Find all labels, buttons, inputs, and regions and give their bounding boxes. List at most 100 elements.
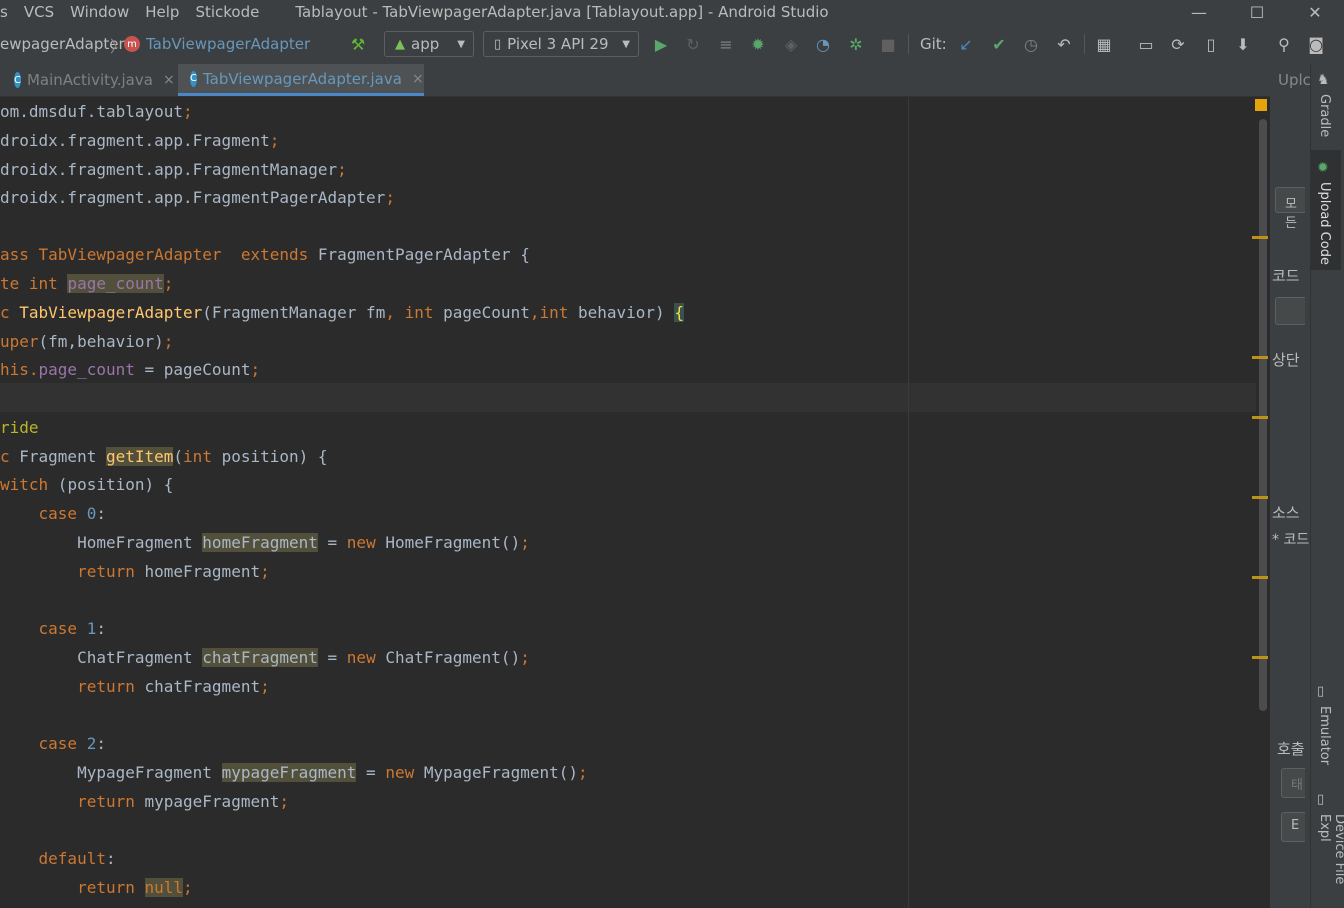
bug-icon: ✹ (1317, 160, 1329, 176)
device-file-explorer-tool-button[interactable]: Device File Expl (1317, 814, 1344, 908)
coverage-icon[interactable]: ◈ (781, 34, 801, 54)
apply-code-icon[interactable]: ≡ (716, 34, 736, 54)
git-history-icon[interactable]: ◷ (1021, 34, 1041, 54)
call-input[interactable]: 태 (1281, 768, 1305, 798)
right-margin-guide (908, 97, 909, 908)
breadcrumb-prev[interactable]: ewpagerAdapter (0, 35, 125, 53)
device-select[interactable]: ▯ Pixel 3 API 29 ▼ (483, 31, 639, 57)
menu-window[interactable]: Window (70, 3, 129, 21)
upload-code-tool-button[interactable]: Upload Code (1317, 182, 1332, 265)
code-line: witch (position) { (0, 475, 174, 494)
sdk-manager-icon[interactable]: ⬇ (1233, 34, 1253, 54)
error-stripe-mark[interactable] (1252, 356, 1268, 359)
avd-manager-icon[interactable]: ▯ (1201, 34, 1221, 54)
main-toolbar: ewpagerAdapter 〉 m TabViewpagerAdapter ⚒… (0, 24, 1344, 65)
class-icon: C (14, 72, 21, 88)
error-stripe-mark[interactable] (1252, 576, 1268, 579)
close-icon[interactable]: × (412, 71, 424, 87)
code-label: 코드 (1272, 267, 1300, 285)
git-rollback-icon[interactable]: ↶ (1054, 34, 1074, 54)
tool-window-stripe: ♞ Gradle ✹ Upload Code ▯ Emulator ▯ Devi… (1310, 64, 1344, 908)
code-line: ass TabViewpagerAdapter extends Fragment… (0, 245, 530, 264)
code-required-label: * 코드 (1272, 532, 1310, 548)
git-update-icon[interactable]: ↙ (956, 34, 976, 54)
android-icon: ▲ (395, 36, 405, 52)
account-icon[interactable]: ◙ (1306, 34, 1326, 54)
code-line: uper(fm,behavior); (0, 332, 174, 351)
class-icon: C (190, 70, 197, 87)
scrollbar-thumb[interactable] (1259, 119, 1267, 711)
code-line: return null; (0, 878, 193, 897)
tab-label: TabViewpagerAdapter.java (202, 69, 402, 88)
code-line: c TabViewpagerAdapter(FragmentManager fm… (0, 303, 684, 322)
code-line: his.page_count = pageCount; (0, 360, 261, 379)
maximize-button[interactable]: ☐ (1228, 0, 1286, 24)
attach-debugger-icon[interactable]: ✲ (846, 34, 866, 54)
code-line: droidx.fragment.app.FragmentPagerAdapter… (0, 188, 395, 207)
search-icon[interactable]: ⚲ (1274, 34, 1294, 54)
code-line: te int page_count; (0, 274, 174, 293)
error-stripe-mark[interactable] (1252, 496, 1268, 499)
close-icon[interactable]: × (163, 72, 175, 88)
device-label: Pixel 3 API 29 (507, 35, 609, 53)
window-title: Tablayout - TabViewpagerAdapter.java [Ta… (295, 3, 829, 21)
phone-icon: ▯ (494, 36, 502, 52)
gradle-tool-button[interactable]: Gradle (1317, 94, 1332, 137)
minimize-button[interactable]: — (1170, 0, 1228, 24)
code-line: return chatFragment; (0, 677, 270, 696)
sync-gradle-icon[interactable]: ⟳ (1168, 34, 1188, 54)
layout-inspector-icon[interactable]: ▭ (1136, 34, 1156, 54)
chevron-down-icon: ▼ (457, 38, 465, 50)
code-line: c Fragment getItem(int position) { (0, 447, 328, 466)
apply-changes-icon[interactable]: ↻ (683, 34, 703, 54)
title-bar: s VCS Window Help Stickode Tablayout - T… (0, 0, 1344, 24)
code-line: default: (0, 849, 116, 868)
code-line: return homeFragment; (0, 562, 270, 581)
code-line: case 1: (0, 619, 106, 638)
run-config-select[interactable]: ▲ app ▼ (384, 31, 474, 57)
error-stripe-mark[interactable] (1252, 416, 1268, 419)
code-editor[interactable]: om.dmsduf.tablayout; droidx.fragment.app… (0, 97, 1270, 908)
code-input[interactable] (1275, 297, 1305, 325)
code-line: case 2: (0, 734, 106, 753)
emulator-tool-button[interactable]: Emulator (1317, 706, 1332, 765)
toolbar-separator (908, 34, 909, 54)
build-hammer-icon[interactable]: ⚒ (348, 34, 368, 54)
run-config-label: app (411, 35, 440, 53)
stop-icon[interactable]: ■ (878, 34, 898, 54)
menu-stickode[interactable]: Stickode (195, 3, 259, 21)
error-stripe-mark[interactable] (1252, 656, 1268, 659)
warning-indicator-icon[interactable] (1255, 99, 1267, 111)
top-label: 상단 (1272, 351, 1300, 369)
editor-tabs: C MainActivity.java × C TabViewpagerAdap… (0, 64, 1270, 97)
close-button[interactable]: ✕ (1286, 0, 1344, 24)
call-button[interactable]: E (1281, 812, 1305, 842)
profiler-icon[interactable]: ◔ (813, 34, 833, 54)
breadcrumb-current[interactable]: TabViewpagerAdapter (146, 35, 310, 53)
code-line: case 0: (0, 504, 106, 523)
tab-label: MainActivity.java (26, 71, 153, 89)
menu-help[interactable]: Help (145, 3, 179, 21)
tab-tabviewpageradapter[interactable]: C TabViewpagerAdapter.java × (178, 64, 424, 96)
gradle-elephant-icon[interactable]: ♞ (1317, 72, 1330, 88)
panel-button[interactable]: 모든 (1275, 187, 1305, 231)
module-icon: m (124, 36, 140, 52)
code-line: om.dmsduf.tablayout; (0, 102, 193, 121)
error-stripe-mark[interactable] (1252, 236, 1268, 239)
toolbar-separator (1084, 34, 1085, 54)
project-structure-icon[interactable]: ▦ (1094, 34, 1114, 54)
code-line: HomeFragment homeFragment = new HomeFrag… (0, 533, 530, 552)
code-line: droidx.fragment.app.FragmentManager; (0, 160, 347, 179)
code-line: MypageFragment mypageFragment = new Mypa… (0, 763, 588, 782)
git-commit-icon[interactable]: ✔ (989, 34, 1009, 54)
debug-icon[interactable]: ✹ (748, 34, 768, 54)
panel-title: Uplc (1278, 71, 1311, 89)
tab-mainactivity[interactable]: C MainActivity.java × (0, 64, 178, 96)
code-line: ChatFragment chatFragment = new ChatFrag… (0, 648, 530, 667)
menu-vcs[interactable]: VCS (24, 3, 54, 21)
source-label: 소스 (1272, 504, 1300, 522)
call-label: 호출 (1277, 740, 1305, 758)
run-icon[interactable]: ▶ (651, 34, 671, 54)
git-label: Git: (920, 35, 947, 53)
menu-partial[interactable]: s (0, 3, 8, 21)
